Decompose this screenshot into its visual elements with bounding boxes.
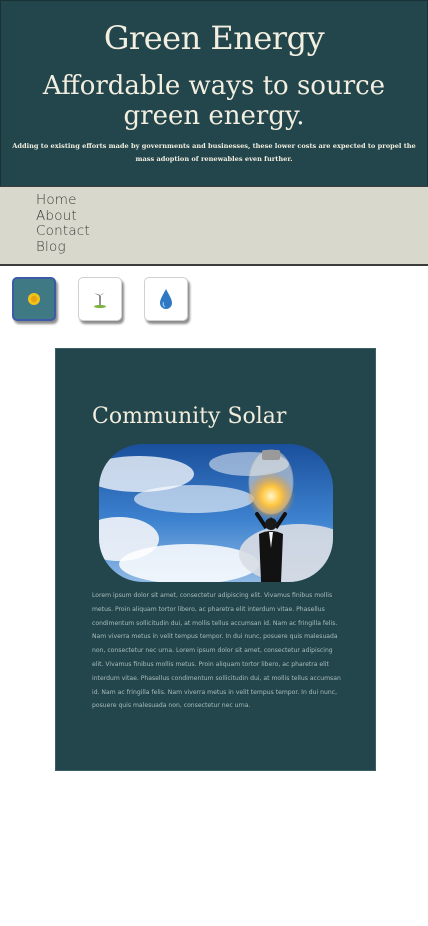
lightbulb-sky-image [99,444,333,582]
tab-solar[interactable] [12,277,56,321]
site-header: Green Energy Affordable ways to source g… [0,0,428,187]
headline: Affordable ways to source green energy. [42,71,386,131]
intro-text: Adding to existing efforts made by gover… [12,142,416,163]
wind-turbine-icon [94,292,106,309]
site-title: Green Energy [103,19,325,57]
nav-link-contact[interactable]: Contact [36,224,428,240]
nav-link-about[interactable]: About [36,208,428,225]
tab-wind[interactable] [78,277,122,321]
card-body-text: Lorem ipsum dolor sit amet, consectetur … [92,592,341,710]
card-title: Community Solar [92,404,287,429]
sun-icon [28,293,40,305]
tab-hydro[interactable] [144,277,188,321]
article-card: Community Solar Lorem ipsum dolor sit am… [55,348,376,771]
nav-link-blog[interactable]: Blog [36,239,428,256]
water-drop-icon [160,289,172,309]
nav-link-home[interactable]: Home [36,192,428,209]
main-nav: Home About Contact Blog [0,186,428,266]
